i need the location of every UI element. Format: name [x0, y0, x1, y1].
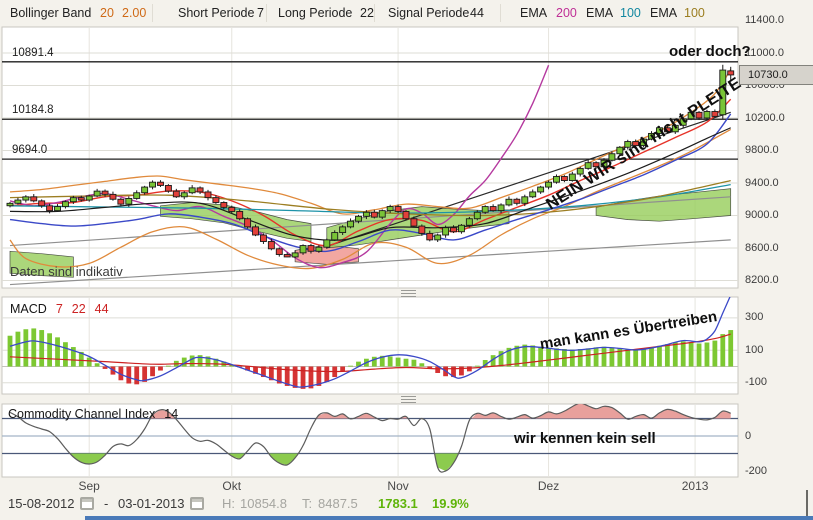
- price-tick-label: 9800.0: [745, 144, 779, 156]
- macd-tick-label: 300: [745, 311, 764, 324]
- price-level-label: 10184.8: [12, 104, 54, 117]
- bollinger-label: Bollinger Band: [10, 6, 92, 20]
- bollinger-deviation-value: 2.00: [122, 6, 147, 20]
- current-price-box: 10730.0: [739, 65, 813, 85]
- price-tick-label: 9400.0: [745, 176, 779, 189]
- cci-param: 14: [164, 407, 179, 421]
- annotation-kein-sell: wir kennen kein sell: [514, 430, 656, 447]
- price-level-label: 10891.4: [12, 46, 54, 59]
- price-tick-label: 8200.0: [745, 274, 779, 286]
- date-range-separator: -: [104, 496, 109, 511]
- period-low-value: 8487.5: [318, 496, 358, 511]
- signal-period-value: 44: [470, 6, 484, 20]
- x-axis-month-label: Sep: [78, 479, 100, 493]
- cci-panel-title: Commodity Channel Index 14: [8, 407, 178, 421]
- macd-param-fast: 7: [55, 302, 63, 316]
- macd-param-slow: 22: [71, 302, 86, 316]
- macd-panel-title: MACD 7 22 44: [10, 302, 109, 316]
- long-period-value: 22: [360, 6, 374, 20]
- change-absolute-value: 1783.1: [378, 496, 418, 511]
- macd-tick-label: 100: [745, 343, 764, 356]
- external-window-edge: [85, 516, 813, 520]
- signal-period-label: Signal Periode: [388, 6, 470, 20]
- bollinger-period-value: 20: [100, 6, 114, 20]
- header-separator: [500, 4, 501, 22]
- x-axis-month-label: Okt: [222, 479, 242, 493]
- cci-tick-label: 0: [745, 429, 752, 442]
- period-high-value: 10854.8: [240, 496, 287, 511]
- annotation-oder-doch: oder doch?: [669, 43, 751, 60]
- price-tick-label: 9000.0: [745, 209, 779, 221]
- high-label: H:: [222, 496, 235, 511]
- x-axis-month-label: Dez: [537, 479, 560, 493]
- status-bar: 15-08-2012 - 03-01-2013 H: 10854.8 T: 84…: [0, 492, 813, 516]
- low-label: T:: [302, 496, 313, 511]
- long-period-label: Long Periode: [278, 6, 353, 20]
- annotation-daten-indikativ: Daten sind indikativ: [10, 264, 123, 279]
- price-tick-label: 8600.0: [745, 241, 779, 254]
- x-axis-month-label: 2013: [681, 479, 709, 493]
- ema100b-label: EMA: [650, 6, 678, 20]
- ema200-label: EMA: [520, 6, 548, 20]
- price-tick-label: 11400.0: [745, 14, 784, 26]
- cci-tick-label: -200: [745, 464, 768, 477]
- change-percent-value: 19.9%: [432, 496, 469, 511]
- ema100a-label: EMA: [586, 6, 614, 20]
- date-to-field[interactable]: 03-01-2013: [118, 496, 185, 511]
- ema100b-value: 100: [684, 6, 705, 20]
- macd-param-signal: 44: [94, 302, 109, 316]
- price-tick-label: 11000.0: [745, 46, 784, 59]
- calendar-icon[interactable]: [80, 497, 94, 510]
- panel-splitter-cci[interactable]: [401, 396, 416, 403]
- header-separator: [374, 4, 375, 22]
- date-from-field[interactable]: 15-08-2012: [8, 496, 75, 511]
- short-period-value: 7: [257, 6, 264, 20]
- panel-splitter-macd[interactable]: [401, 290, 416, 297]
- chart-application: Bollinger Band 20 2.00 Short Periode 7 L…: [0, 0, 813, 520]
- ema100a-value: 100: [620, 6, 641, 20]
- header-separator: [152, 4, 153, 22]
- cci-label: Commodity Channel Index: [8, 407, 156, 421]
- ema200-value: 200: [556, 6, 577, 20]
- x-axis-month-label: Nov: [387, 479, 409, 493]
- price-tick-label: 10200.0: [745, 111, 785, 124]
- short-period-label: Short Periode: [178, 6, 255, 20]
- calendar-icon[interactable]: [190, 497, 204, 510]
- price-level-label: 9694.0: [12, 144, 48, 157]
- header-separator: [266, 4, 267, 22]
- window-right-edge: [806, 490, 808, 516]
- macd-label: MACD: [10, 302, 47, 316]
- macd-tick-label: -100: [745, 376, 768, 389]
